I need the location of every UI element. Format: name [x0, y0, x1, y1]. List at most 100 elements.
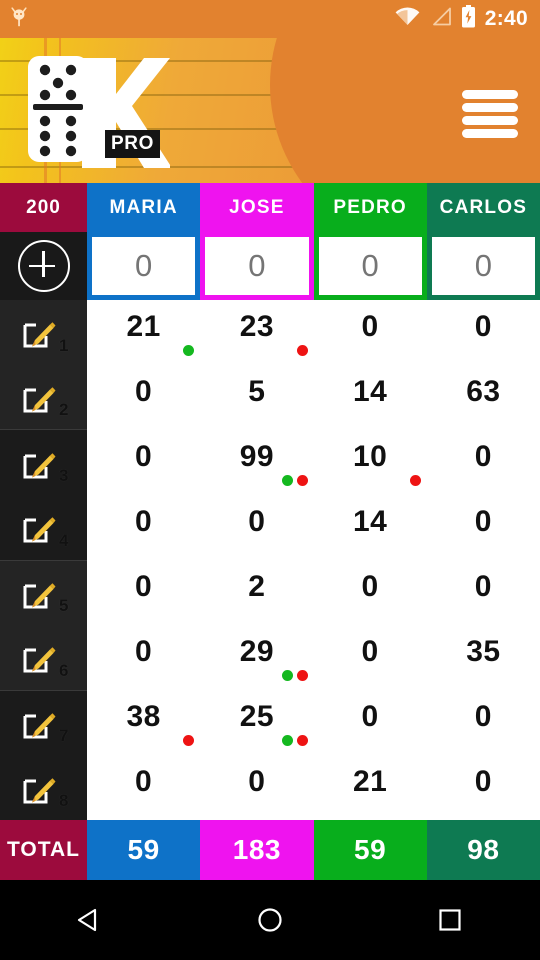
pencil-edit-icon[interactable]: [22, 640, 56, 674]
score-value: 38: [126, 699, 161, 733]
round-edit-row-3[interactable]: 3: [0, 429, 87, 495]
score-cell-jose-round-6[interactable]: 29: [200, 625, 313, 690]
player-header-maria[interactable]: MARIA: [87, 183, 201, 232]
score-cell-jose-round-7[interactable]: 25: [200, 690, 313, 755]
score-cell-maria-round-2[interactable]: 0: [87, 365, 200, 430]
plus-circle-icon[interactable]: [17, 240, 70, 292]
score-cell-carlos-round-5[interactable]: 0: [427, 560, 540, 625]
round-edit-row-2[interactable]: 2: [0, 364, 87, 430]
score-value: 0: [135, 439, 153, 473]
score-cell-jose-round-4[interactable]: 0: [200, 495, 313, 560]
round-number-label: 6: [59, 660, 69, 680]
app-header: PRO: [0, 38, 540, 183]
player-header-carlos[interactable]: CARLOS: [426, 183, 540, 232]
score-cell-maria-round-4[interactable]: 0: [87, 495, 200, 560]
logo-pro-badge: PRO: [111, 133, 154, 154]
score-value: 0: [474, 764, 492, 798]
score-cell-carlos-round-4[interactable]: 0: [427, 495, 540, 560]
score-cell-pedro-round-2[interactable]: 14: [314, 365, 427, 430]
score-cell-pedro-round-6[interactable]: 0: [314, 625, 427, 690]
round-marker-dots: [183, 735, 195, 746]
score-cell-carlos-round-3[interactable]: 0: [427, 430, 540, 495]
pencil-edit-icon[interactable]: [22, 706, 56, 740]
total-maria: 59: [87, 820, 201, 880]
score-value: 0: [135, 569, 153, 603]
nav-home-circle-icon[interactable]: [235, 890, 305, 950]
score-cell-carlos-round-1[interactable]: 0: [427, 300, 540, 365]
player-name-label: CARLOS: [439, 196, 528, 218]
player-name-label: JOSE: [229, 196, 285, 218]
score-cell-pedro-round-3[interactable]: 10: [314, 430, 427, 495]
score-cell-pedro-round-7[interactable]: 0: [314, 690, 427, 755]
score-entry-row: [0, 232, 540, 300]
table-row: 0 99 10 0: [87, 430, 540, 495]
pencil-edit-icon[interactable]: [22, 576, 56, 610]
pencil-edit-icon[interactable]: [22, 510, 56, 544]
nav-back-triangle-icon[interactable]: [55, 890, 125, 950]
round-edit-row-7[interactable]: 7: [0, 689, 87, 756]
score-cell-pedro-round-4[interactable]: 14: [314, 495, 427, 560]
pencil-edit-icon[interactable]: [22, 771, 56, 805]
score-value: 63: [466, 374, 501, 408]
score-input-jose[interactable]: [203, 235, 311, 297]
score-cell-pedro-round-8[interactable]: 21: [314, 755, 427, 820]
score-cell-maria-round-3[interactable]: 0: [87, 430, 200, 495]
score-cell-carlos-round-2[interactable]: 63: [427, 365, 540, 430]
score-cell-carlos-round-6[interactable]: 35: [427, 625, 540, 690]
pencil-edit-icon[interactable]: [22, 315, 56, 349]
score-cell-carlos-round-8[interactable]: 0: [427, 755, 540, 820]
score-value: 0: [474, 569, 492, 603]
score-cell-maria-round-5[interactable]: 0: [87, 560, 200, 625]
round-number-label: 7: [59, 726, 69, 746]
table-row: 0 0 14 0: [87, 495, 540, 560]
score-value: 0: [474, 309, 492, 343]
score-cell-pedro-round-1[interactable]: 0: [314, 300, 427, 365]
score-cell-jose-round-1[interactable]: 23: [200, 300, 313, 365]
round-edit-row-1[interactable]: 1: [0, 300, 87, 365]
round-edit-row-4[interactable]: 4: [0, 495, 87, 560]
round-edit-row-8[interactable]: 8: [0, 755, 87, 820]
score-value: 0: [135, 634, 153, 668]
score-input-wrap-maria: [87, 232, 201, 300]
score-cell-maria-round-8[interactable]: 0: [87, 755, 200, 820]
round-marker-dots: [281, 475, 308, 486]
player-header-jose[interactable]: JOSE: [200, 183, 314, 232]
red-marker-dot: [296, 345, 308, 356]
score-value: 5: [248, 374, 266, 408]
score-value: 14: [352, 504, 388, 538]
round-number-label: 8: [59, 791, 69, 810]
pencil-edit-icon[interactable]: [22, 446, 56, 480]
score-cell-pedro-round-5[interactable]: 0: [314, 560, 427, 625]
score-value: 0: [361, 634, 379, 668]
round-edit-row-5[interactable]: 5: [0, 559, 87, 626]
goal-score-badge[interactable]: 200: [0, 183, 87, 232]
score-cell-jose-round-2[interactable]: 5: [200, 365, 313, 430]
nav-recents-square-icon[interactable]: [415, 890, 485, 950]
score-input-pedro[interactable]: [316, 235, 424, 297]
score-cell-jose-round-8[interactable]: 0: [200, 755, 313, 820]
round-number-label: 5: [59, 596, 69, 616]
round-edit-row-6[interactable]: 6: [0, 625, 87, 690]
score-value: 0: [248, 504, 266, 538]
score-input-maria[interactable]: [90, 235, 198, 297]
status-bar-icons: 2:40: [395, 5, 528, 33]
player-header-pedro[interactable]: PEDRO: [313, 183, 427, 232]
round-marker-dots: [409, 475, 421, 486]
score-input-carlos[interactable]: [429, 235, 537, 297]
hamburger-menu-icon[interactable]: [462, 90, 518, 138]
score-cell-jose-round-5[interactable]: 2: [200, 560, 313, 625]
score-cell-jose-round-3[interactable]: 99: [200, 430, 313, 495]
round-marker-dots: [296, 345, 308, 356]
score-cell-maria-round-1[interactable]: 21: [87, 300, 200, 365]
battery-charging-icon: [461, 5, 476, 33]
score-input-wrap-carlos: [426, 232, 540, 300]
pencil-edit-icon[interactable]: [22, 380, 56, 414]
score-cell-maria-round-7[interactable]: 38: [87, 690, 200, 755]
android-robot-icon: [10, 5, 28, 34]
total-label: TOTAL: [0, 820, 87, 880]
red-marker-dot: [183, 735, 195, 746]
player-name-label: MARIA: [109, 196, 178, 218]
score-cell-carlos-round-7[interactable]: 0: [427, 690, 540, 755]
score-value: 0: [361, 309, 379, 343]
score-cell-maria-round-6[interactable]: 0: [87, 625, 200, 690]
